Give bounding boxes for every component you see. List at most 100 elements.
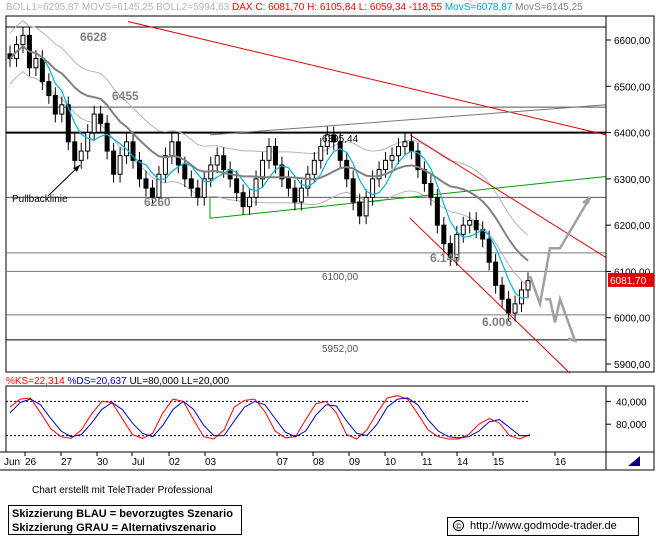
price-tick-label: 6500,00 (614, 82, 651, 93)
candle-body (363, 196, 369, 217)
candle-body (33, 58, 39, 69)
boll1-label: BOLL1=6295,87 (6, 2, 80, 13)
candle-body (486, 238, 492, 263)
candle-body (441, 224, 447, 245)
x-tick-label: 26 (25, 457, 37, 468)
osc-tick-label: 80,000 (616, 420, 647, 431)
candle-body (376, 169, 382, 180)
annotation-6455: 6455 (112, 89, 139, 103)
candle-body (214, 155, 220, 166)
x-tick-label: 03 (205, 457, 217, 468)
candle-body (234, 178, 240, 194)
candle-body (52, 95, 58, 115)
osc-tick-label: 40,000 (616, 397, 647, 408)
scenario-legend: Skizzierung BLAU = bevorzugtes Szenario … (8, 505, 242, 535)
change-label: -118,55 (408, 2, 443, 13)
annotation-6260: 6260 (144, 195, 171, 209)
price-panel (5, 15, 607, 373)
oscillator-axis (605, 385, 655, 453)
candle-body (247, 196, 253, 208)
annotation-6395: 6395,44 (322, 134, 359, 145)
chart-canvas: 6628 6455 6260 6395,44 6.140 6.006 6100,00 5952… (0, 15, 655, 471)
x-tick-label: 07 (277, 457, 289, 468)
annotation-6006: 6.006 (482, 315, 512, 329)
annotation-6628: 6628 (80, 30, 107, 44)
source-url-box[interactable]: © http://www.godmode-trader.de (447, 517, 639, 536)
candle-body (175, 141, 181, 166)
candle-body (169, 141, 175, 157)
candle-body (292, 187, 298, 203)
candle-body (46, 81, 52, 97)
candle-body (318, 145, 324, 161)
candle-body (98, 113, 104, 124)
candle-body (383, 159, 389, 171)
candle-body (344, 159, 350, 180)
ds-label: %DS=20,637 (67, 376, 127, 387)
source-url[interactable]: http://www.godmode-trader.de (470, 520, 617, 532)
ll-label: LL=20,000 (181, 376, 230, 387)
candle-body (253, 178, 259, 198)
x-tick-label: 09 (349, 457, 361, 468)
movs3-label: MovS=6145,25 (515, 2, 583, 13)
annotation-6140: 6.140 (430, 251, 460, 265)
movs-label: MOVS=6145,25 (81, 2, 154, 13)
candle-body (350, 178, 356, 203)
copyright-icon: © (453, 520, 464, 531)
scroll-box[interactable] (605, 451, 655, 471)
price-tick-label: 6300,00 (614, 175, 651, 186)
price-tick-label: 6000,00 (614, 314, 651, 325)
x-tick-label: 16 (555, 457, 567, 468)
candle-body (266, 145, 272, 161)
x-tick-label: 11 (422, 457, 433, 468)
candle-body (311, 159, 317, 175)
candle-body (188, 178, 194, 189)
annotation-pullback: Pullbacklinie (12, 194, 68, 205)
candle-body (104, 122, 110, 152)
candle-body (20, 34, 26, 46)
candle-body (272, 145, 278, 166)
candle-body (162, 155, 168, 175)
annotation-6100: 6100,00 (322, 272, 359, 283)
candle-body (357, 201, 363, 217)
price-tick-label: 6200,00 (614, 221, 651, 232)
candle-body (493, 261, 499, 286)
candle-body (240, 192, 246, 208)
candle-body (85, 132, 91, 152)
x-tick-label: 27 (61, 457, 73, 468)
candle-body (117, 155, 123, 175)
boll2-label: BOLL2=5994,63 (156, 2, 230, 13)
price-tick-label: 6400,00 (614, 129, 651, 140)
candle-body (396, 145, 401, 157)
price-header: BOLL1=6295,87 MOVS=6145,25 BOLL2=5994,63… (6, 2, 583, 14)
candle-body (506, 298, 512, 314)
price-tick-label: 5900,00 (614, 360, 651, 371)
x-tick-label: 08 (313, 457, 325, 468)
candle-body (434, 196, 440, 226)
candle-body (59, 104, 65, 115)
x-tick-label: 02 (169, 457, 181, 468)
high-label: H: 6105,84 (307, 2, 357, 13)
legend-blue: Skizzierung BLAU = bevorzugtes Szenario (12, 508, 233, 520)
legend-gray: Skizzierung GRAU = Alternativszenario (12, 522, 217, 534)
candle-body (389, 155, 395, 161)
candle-body (473, 220, 479, 231)
x-axis-labels: Jun 26 27 30 Jul 02 03 07 08 09 10 11 14 15 16 (4, 452, 567, 468)
candle-body (285, 178, 291, 189)
candle-body (467, 220, 473, 226)
candle-body (182, 164, 188, 180)
candle-body (512, 303, 518, 314)
candle-body (195, 187, 201, 198)
oscillator-header: %KS=22,314 %DS=20,637 UL=80,000 LL=20,00… (6, 376, 229, 388)
x-tick-label: Jun (4, 457, 20, 468)
candle-body (221, 155, 227, 171)
candle-body (298, 187, 304, 203)
x-tick-label: 10 (385, 457, 397, 468)
x-tick-label: 30 (97, 457, 109, 468)
annotation-5952: 5952,00 (322, 344, 359, 355)
x-tick-label: 14 (457, 457, 469, 468)
candle-body (460, 224, 466, 235)
candle-body (78, 150, 84, 161)
candle-body (525, 280, 531, 291)
movs2-label: MovS=6078,87 (444, 2, 513, 13)
dax-close-label: DAX C: 6081,70 (232, 2, 305, 13)
